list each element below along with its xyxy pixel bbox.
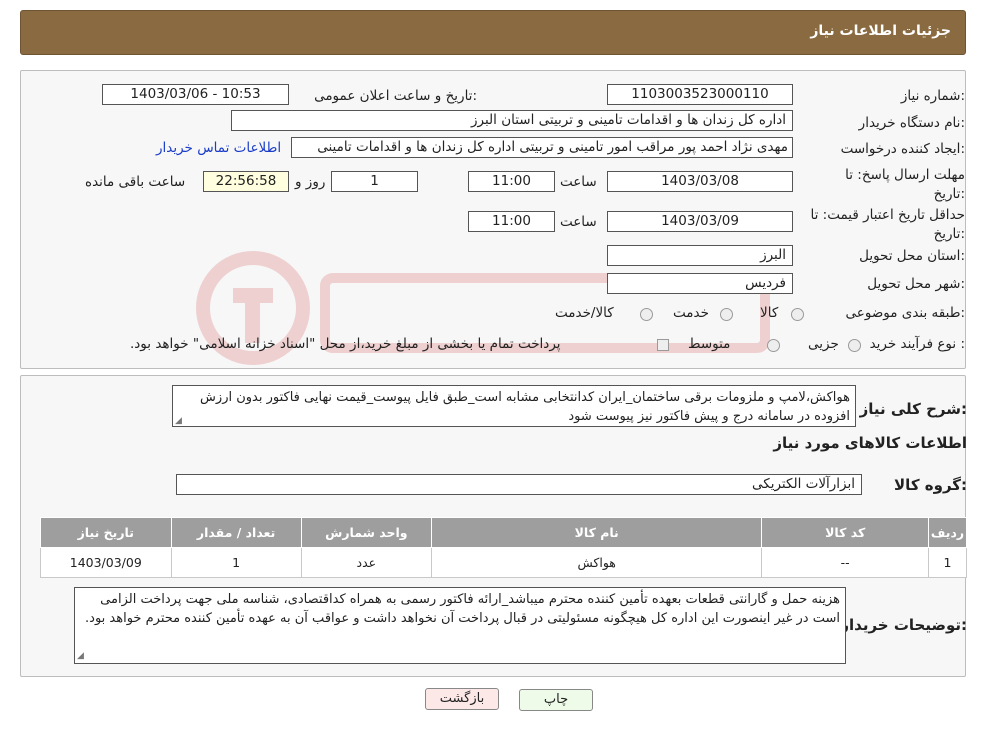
need-number-field: 1103003523000110 — [607, 84, 793, 105]
resize-handle-icon: ◢ — [175, 416, 182, 426]
deadline-date-field: 1403/03/08 — [607, 171, 793, 192]
validity-time-label: ساعت — [560, 214, 597, 230]
buyer-org-label: نام دستگاه خریدار: — [858, 115, 965, 131]
process-type-label: نوع فرآیند خرید : — [869, 336, 965, 352]
creator-label: ایجاد کننده درخواست: — [840, 141, 965, 157]
process-option-minor: جزیی — [808, 336, 839, 352]
buyer-notes-textarea[interactable]: هزینه حمل و گارانتی قطعات بعهده تأمین کن… — [74, 587, 846, 664]
city-label: شهر محل تحویل: — [867, 276, 965, 292]
category-radio-goods-service[interactable] — [640, 308, 653, 321]
need-number-label: شماره نیاز: — [900, 88, 965, 104]
buyer-notes-label: توضیحات خریدار: — [840, 616, 967, 634]
cell-code: -- — [761, 547, 930, 578]
process-payment-note: پرداخت تمام یا بخشی از مبلغ خرید،از محل … — [130, 336, 561, 352]
page-title: جزئیات اطلاعات نیاز — [810, 23, 951, 39]
announce-datetime-field: 1403/03/06 - 10:53 — [102, 84, 289, 105]
goods-info-title: اطلاعات کالاهای مورد نیاز — [773, 434, 967, 452]
col-header-name: نام کالا — [430, 517, 763, 548]
col-header-code: کد کالا — [761, 517, 930, 548]
category-option-goods: کالا — [760, 305, 779, 321]
deadline-time-field: 11:00 — [468, 171, 555, 192]
summary-textarea[interactable]: هواکش،لامپ و ملزومات برقی ساختمان_ایران … — [172, 385, 856, 427]
validity-time-field: 11:00 — [468, 211, 555, 232]
deadline-label: مهلت ارسال پاسخ: تا تاریخ: — [845, 167, 965, 202]
back-button[interactable]: بازگشت — [425, 688, 499, 710]
col-header-quantity: تعداد / مقدار — [170, 517, 302, 548]
validity-date-field: 1403/03/09 — [607, 211, 793, 232]
days-label: روز و — [295, 174, 326, 190]
buyer-contact-link[interactable]: اطلاعات تماس خریدار — [156, 140, 281, 156]
cell-row-number: 1 — [928, 547, 967, 578]
validity-label: حداقل تاریخ اعتبار قیمت: تا تاریخ: — [810, 207, 965, 242]
col-header-unit: واحد شمارش — [300, 517, 432, 548]
goods-group-field: ابزارآلات الکتریکی — [176, 474, 862, 495]
goods-table-header-row: ردیف کد کالا نام کالا واحد شمارش تعداد /… — [40, 517, 967, 548]
goods-group-label: گروه کالا: — [894, 476, 967, 494]
creator-field: مهدی نژاد احمد پور مراقب امور تامینی و ت… — [291, 137, 793, 158]
process-radio-minor[interactable] — [848, 339, 861, 352]
cell-unit: عدد — [300, 547, 432, 578]
category-radio-service[interactable] — [720, 308, 733, 321]
remaining-time-label: ساعت باقی مانده — [85, 174, 186, 190]
cell-need-date: 1403/03/09 — [40, 547, 172, 578]
table-row: 1 -- هواکش عدد 1 1403/03/09 — [40, 547, 967, 578]
city-field: فردیس — [607, 273, 793, 294]
remaining-time-field: 22:56:58 — [203, 171, 289, 192]
province-label: استان محل تحویل: — [859, 248, 965, 264]
cell-name: هواکش — [430, 547, 763, 578]
process-option-medium: متوسط — [688, 336, 731, 352]
resize-handle-icon: ◢ — [77, 651, 84, 661]
category-radio-goods[interactable] — [791, 308, 804, 321]
page-header: جزئیات اطلاعات نیاز — [20, 10, 966, 55]
goods-table: ردیف کد کالا نام کالا واحد شمارش تعداد /… — [40, 517, 967, 578]
print-button[interactable]: چاپ — [519, 689, 593, 711]
col-header-need-date: تاریخ نیاز — [40, 517, 172, 548]
treasury-checkbox[interactable] — [657, 339, 669, 351]
category-label: طبقه بندی موضوعی: — [845, 305, 965, 321]
process-radio-medium[interactable] — [767, 339, 780, 352]
category-option-goods-service: کالا/خدمت — [555, 305, 614, 321]
buyer-org-field: اداره کل زندان ها و اقدامات تامینی و ترب… — [231, 110, 793, 131]
category-option-service: خدمت — [673, 305, 709, 321]
summary-label: شرح کلی نیاز: — [859, 400, 967, 418]
cell-quantity: 1 — [170, 547, 302, 578]
col-header-row-number: ردیف — [928, 517, 967, 548]
deadline-time-label: ساعت — [560, 174, 597, 190]
announce-datetime-label: تاریخ و ساعت اعلان عمومی: — [314, 88, 477, 104]
days-count-field: 1 — [331, 171, 418, 192]
province-field: البرز — [607, 245, 793, 266]
